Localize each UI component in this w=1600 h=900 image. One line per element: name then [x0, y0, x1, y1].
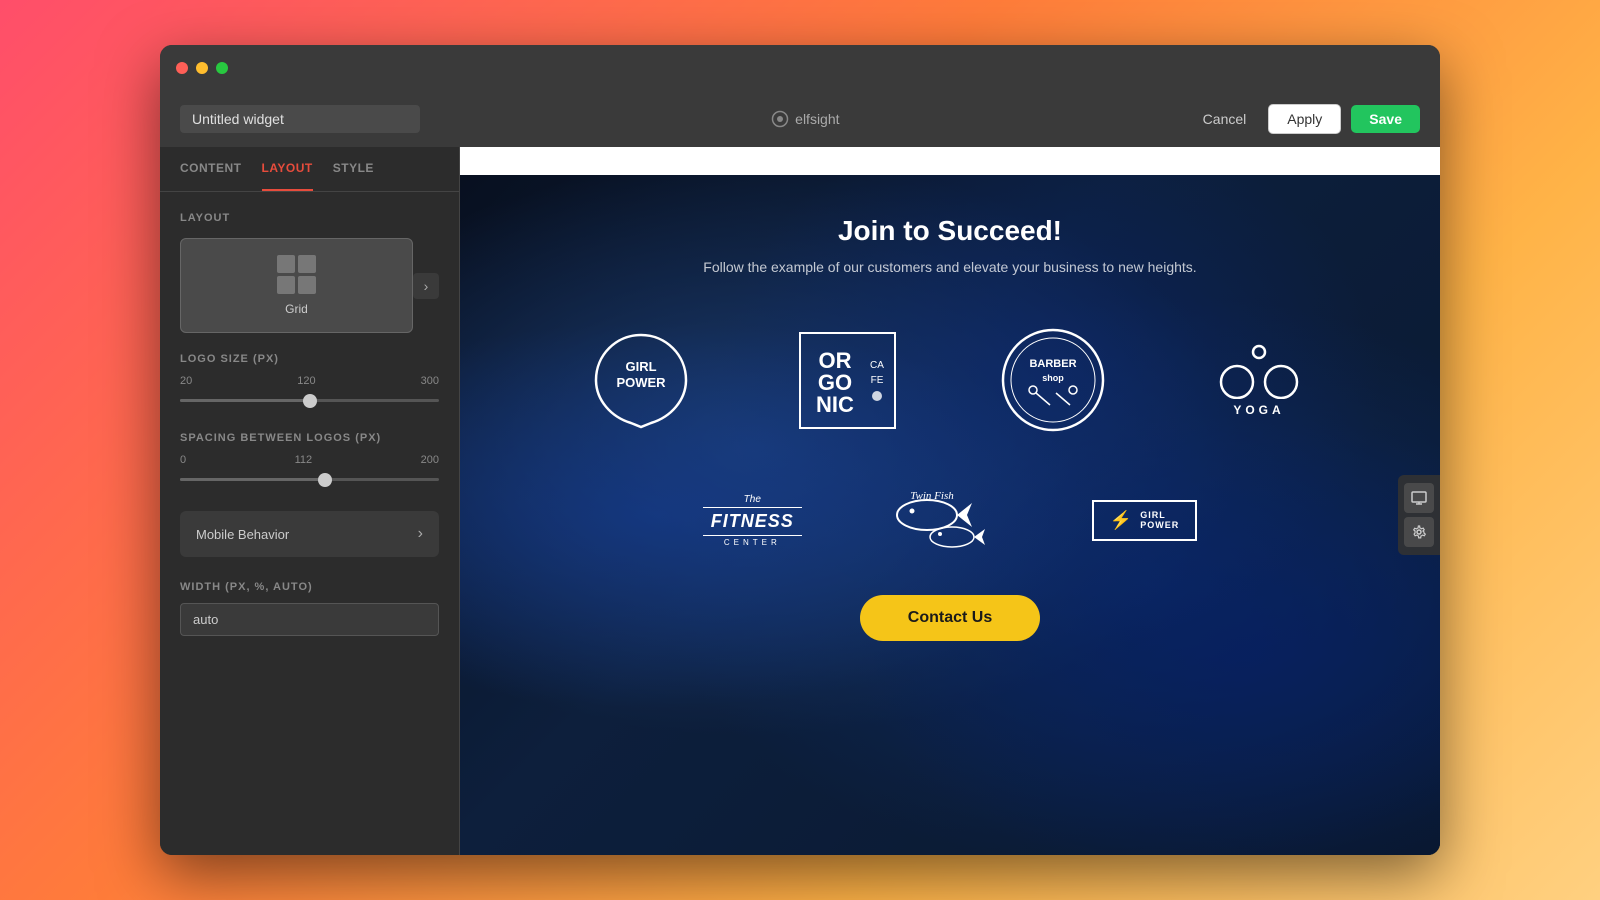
svg-text:CA: CA: [870, 360, 884, 371]
logo-size-min: 20: [180, 375, 192, 387]
traffic-light-red[interactable]: [176, 62, 188, 74]
main-area: CONTENT LAYOUT STYLE LAYOUT Grid: [160, 147, 1440, 855]
mobile-behavior-chevron: ›: [418, 525, 423, 543]
svg-text:BARBER: BARBER: [1029, 358, 1076, 370]
girlpower2-inner: ⚡ GIRL POWER: [1092, 500, 1197, 541]
svg-text:NIC: NIC: [816, 392, 854, 417]
logo-size-range-labels: 20 120 300: [180, 375, 439, 387]
grid-layout-icon: [277, 255, 316, 294]
spacing-range-labels: 0 112 200: [180, 454, 439, 466]
logo-size-mid: 120: [297, 375, 315, 387]
logo-barbershop: BARBER shop: [962, 315, 1144, 445]
traffic-light-green[interactable]: [216, 62, 228, 74]
settings-button[interactable]: [1404, 517, 1434, 547]
traffic-light-yellow[interactable]: [196, 62, 208, 74]
layout-section-label: LAYOUT: [180, 212, 439, 224]
fitness-the: The: [703, 494, 802, 505]
girlpower2-text: GIRL POWER: [1140, 510, 1179, 530]
logo-girlpower: GIRL POWER: [550, 315, 732, 445]
apply-button[interactable]: Apply: [1268, 104, 1341, 134]
spacing-track: [180, 478, 439, 481]
device-button[interactable]: [1404, 483, 1434, 513]
cancel-button[interactable]: Cancel: [1191, 105, 1259, 133]
logos-grid-row1: GIRL POWER OR GO NIC: [550, 315, 1350, 445]
widget-heading: Join to Succeed!: [838, 215, 1062, 247]
svg-text:POWER: POWER: [616, 375, 666, 390]
logo-size-label: LOGO SIZE (PX): [180, 353, 439, 365]
logo-size-track: [180, 399, 439, 402]
width-label: WIDTH (PX, %, AUTO): [180, 581, 439, 593]
spacing-min: 0: [180, 454, 186, 466]
preview-toolbar: [1398, 475, 1440, 555]
yoga-text: YOGA: [1233, 403, 1284, 417]
fitness-logo-inner: The FITNESS CENTER: [703, 494, 802, 547]
girlpower2-line2: POWER: [1140, 520, 1179, 530]
mobile-behavior-row[interactable]: Mobile Behavior ›: [180, 511, 439, 557]
girlpower2-line1: GIRL: [1140, 510, 1179, 520]
spacing-mid: 112: [295, 454, 313, 466]
layout-next-button[interactable]: ›: [413, 273, 439, 299]
widget-subheading: Follow the example of our customers and …: [703, 259, 1196, 275]
layout-option-grid[interactable]: Grid: [180, 238, 413, 333]
title-bar: [160, 45, 1440, 91]
girlpower2-bolt: ⚡: [1110, 510, 1132, 531]
mobile-behavior-label: Mobile Behavior: [196, 527, 289, 542]
svg-text:shop: shop: [1042, 373, 1064, 383]
sidebar-tabs: CONTENT LAYOUT STYLE: [160, 147, 459, 192]
spacing-fill: [180, 478, 325, 481]
sidebar-content: LAYOUT Grid ›: [160, 192, 459, 855]
logo-girlpower2: ⚡ GIRL POWER: [1082, 490, 1207, 551]
logos-row2: The FITNESS CENTER: [550, 475, 1350, 565]
tab-style[interactable]: STYLE: [333, 147, 374, 191]
fitness-center: CENTER: [703, 538, 802, 547]
spacing-label: SPACING BETWEEN LOGOS (PX): [180, 432, 439, 444]
logo-organic: OR GO NIC CA FE: [756, 315, 938, 445]
tab-content[interactable]: CONTENT: [180, 147, 242, 191]
logo-size-slider-wrapper[interactable]: [180, 393, 439, 408]
header-center: elfsight: [432, 110, 1179, 128]
preview-top-bar: [460, 147, 1440, 175]
widget-title-input[interactable]: [180, 105, 420, 133]
save-button[interactable]: Save: [1351, 105, 1420, 133]
elfsight-logo: elfsight: [771, 110, 839, 128]
svg-text:GIRL: GIRL: [625, 359, 656, 374]
logo-size-section: LOGO SIZE (PX) 20 120 300: [180, 353, 439, 408]
elfsight-wordmark: elfsight: [795, 111, 839, 127]
sidebar: CONTENT LAYOUT STYLE LAYOUT Grid: [160, 147, 460, 855]
logo-size-max: 300: [421, 375, 439, 387]
logo-fitness: The FITNESS CENTER: [693, 484, 812, 557]
fitness-name: FITNESS: [703, 507, 802, 536]
preview-area: Join to Succeed! Follow the example of o…: [460, 147, 1440, 855]
preview-content: Join to Succeed! Follow the example of o…: [460, 175, 1440, 855]
svg-text:FE: FE: [870, 375, 883, 386]
spacing-section: SPACING BETWEEN LOGOS (PX) 0 112 200: [180, 432, 439, 487]
content-wrapper: Join to Succeed! Follow the example of o…: [460, 147, 1440, 855]
header-actions: Cancel Apply Save: [1191, 104, 1420, 134]
logo-yoga: YOGA: [1168, 315, 1350, 445]
logo-size-fill: [180, 399, 310, 402]
logo-size-thumb[interactable]: [303, 394, 317, 408]
tab-layout[interactable]: LAYOUT: [262, 147, 313, 191]
width-input[interactable]: [180, 603, 439, 636]
yoga-logo-inner: YOGA: [1219, 344, 1299, 417]
contact-button[interactable]: Contact Us: [860, 595, 1040, 641]
svg-text:Twin Fish: Twin Fish: [910, 490, 954, 502]
spacing-max: 200: [421, 454, 439, 466]
layout-option-label: Grid: [285, 302, 308, 316]
layout-options-container: Grid ›: [180, 238, 439, 333]
spacing-thumb[interactable]: [318, 473, 332, 487]
header-bar: elfsight Cancel Apply Save: [160, 91, 1440, 147]
width-section: WIDTH (PX, %, AUTO): [180, 581, 439, 636]
logo-twinfish: Twin Fish: [872, 475, 1022, 565]
spacing-slider-wrapper[interactable]: [180, 472, 439, 487]
preview-inner: Join to Succeed! Follow the example of o…: [460, 175, 1440, 681]
